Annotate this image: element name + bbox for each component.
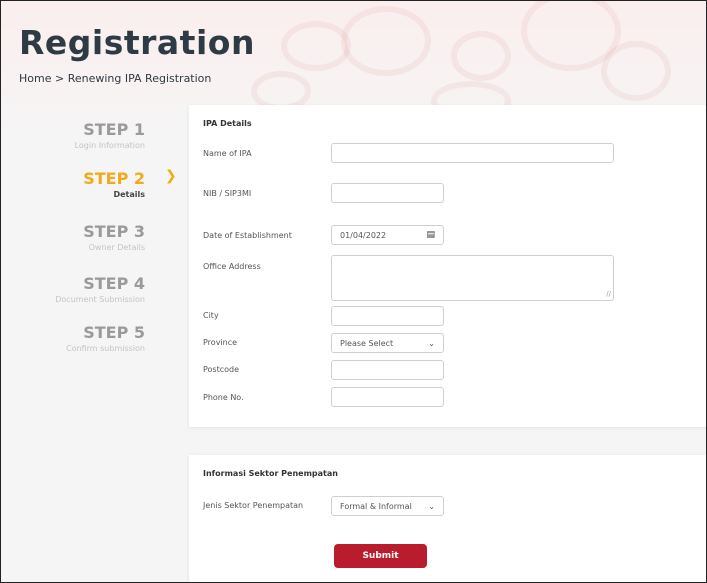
chevron-down-icon: ⌄: [428, 338, 435, 348]
postcode-input[interactable]: [331, 360, 444, 380]
sector-label: Jenis Sektor Penempatan: [203, 501, 304, 510]
nib-label: NIB / SIP3MI: [203, 189, 252, 198]
sector-value: Formal & Informal: [340, 501, 412, 511]
province-select[interactable]: Please Select ⌄: [331, 333, 444, 353]
sector-card: Informasi Sektor Penempatan Jenis Sektor…: [189, 455, 706, 582]
ipa-details-card: IPA Details Name of IPA NIB / SIP3MI Dat…: [189, 105, 706, 427]
chevron-down-icon: ⌄: [428, 501, 435, 511]
date-value: 01/04/2022: [340, 230, 387, 240]
step-subtitle: Owner Details: [88, 243, 145, 252]
address-label: Office Address: [203, 262, 261, 271]
page-title: Registration: [19, 23, 255, 62]
city-label: City: [203, 311, 219, 320]
step-2[interactable]: STEP 2 Details: [83, 169, 145, 199]
calendar-icon[interactable]: ▤: [426, 230, 435, 240]
step-subtitle: Confirm submission: [66, 344, 145, 353]
name-label: Name of IPA: [203, 149, 252, 158]
page-frame: Registration Home > Renewing IPA Registr…: [0, 0, 707, 583]
province-label: Province: [203, 338, 238, 347]
date-label: Date of Establishment: [203, 231, 292, 240]
step-title: STEP 4: [83, 274, 145, 293]
address-textarea[interactable]: ∕∕: [331, 255, 614, 301]
step-title: STEP 3: [83, 222, 145, 241]
name-input[interactable]: [331, 143, 614, 163]
phone-input[interactable]: [331, 387, 444, 407]
sector-select[interactable]: Formal & Informal ⌄: [331, 496, 444, 516]
step-1[interactable]: STEP 1 Login Information: [75, 120, 145, 150]
submit-button[interactable]: Submit: [334, 544, 427, 568]
city-input[interactable]: [331, 306, 444, 326]
step-5[interactable]: STEP 5 Confirm submission: [66, 323, 145, 353]
section-title: Informasi Sektor Penempatan: [203, 469, 338, 478]
phone-label: Phone No.: [203, 393, 244, 402]
chevron-right-icon: ❯: [165, 168, 177, 184]
step-title: STEP 5: [83, 323, 145, 342]
step-subtitle: Login Information: [74, 141, 145, 150]
resize-handle-icon[interactable]: ∕∕: [606, 290, 611, 298]
breadcrumb: Home > Renewing IPA Registration: [19, 72, 212, 85]
step-title: STEP 2: [83, 169, 145, 188]
step-3[interactable]: STEP 3 Owner Details: [83, 222, 145, 252]
date-input[interactable]: 01/04/2022 ▤: [331, 225, 444, 245]
province-value: Please Select: [340, 338, 394, 348]
nib-input[interactable]: [331, 183, 444, 203]
section-title: IPA Details: [203, 119, 252, 128]
step-title: STEP 1: [83, 120, 145, 139]
step-subtitle: Document Submission: [55, 295, 145, 304]
step-4[interactable]: STEP 4 Document Submission: [55, 274, 145, 304]
step-subtitle: Details: [113, 190, 145, 199]
postcode-label: Postcode: [203, 365, 240, 374]
